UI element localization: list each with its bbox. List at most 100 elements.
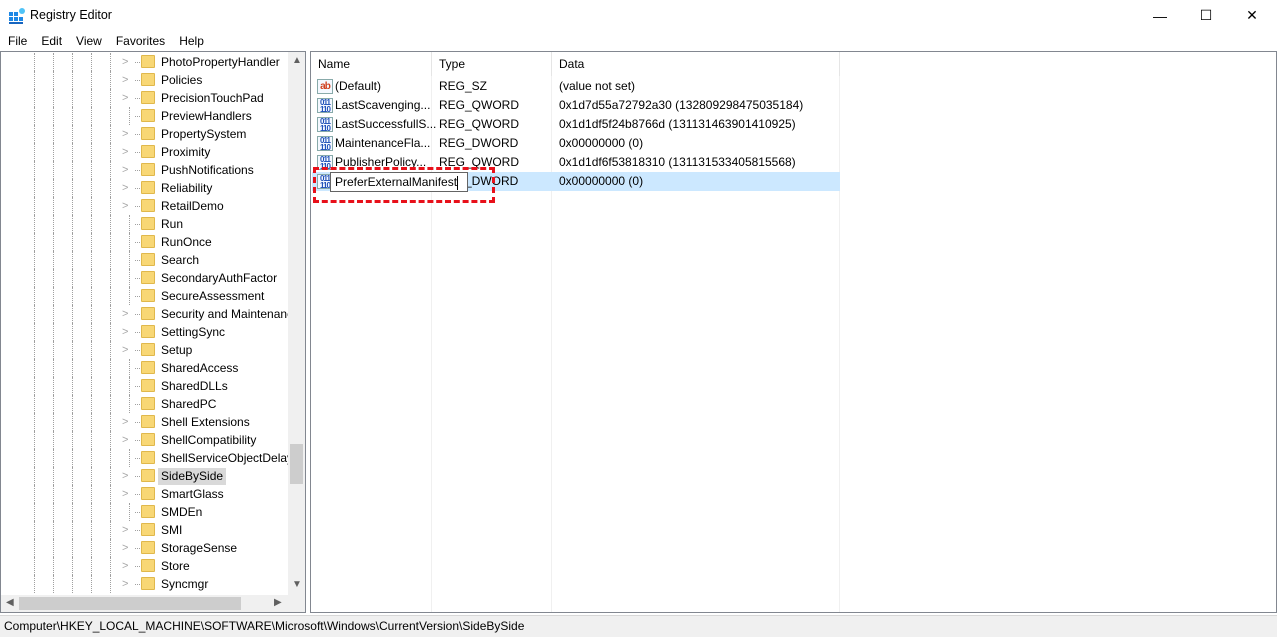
expand-chevron-icon[interactable]: > bbox=[122, 164, 128, 176]
tree-item[interactable]: > SMI bbox=[1, 521, 288, 539]
registry-values-list[interactable]: Name Type Data ab (Default) REG_SZ (valu… bbox=[310, 51, 1277, 613]
tree-item[interactable]: > ShellCompatibility bbox=[1, 431, 288, 449]
tree-guide-line bbox=[53, 53, 54, 71]
expand-chevron-icon[interactable]: > bbox=[122, 470, 128, 482]
tree-guide-line bbox=[72, 503, 73, 521]
tree-item[interactable]: > PushNotifications bbox=[1, 161, 288, 179]
expand-chevron-icon[interactable]: > bbox=[122, 434, 128, 446]
tree-item[interactable]: > PropertySystem bbox=[1, 125, 288, 143]
tree-item[interactable]: SecondaryAuthFactor bbox=[1, 269, 288, 287]
tree-item[interactable]: > Security and Maintenance bbox=[1, 305, 300, 323]
menu-help[interactable]: Help bbox=[179, 31, 204, 51]
scroll-down-arrow-icon[interactable]: ▼ bbox=[292, 579, 302, 590]
tree-guide-line bbox=[110, 53, 111, 71]
tree-guide-line bbox=[91, 575, 92, 593]
tree-item[interactable]: > Proximity bbox=[1, 143, 288, 161]
expand-chevron-icon[interactable]: > bbox=[122, 344, 128, 356]
tree-item[interactable]: SharedPC bbox=[1, 395, 288, 413]
expand-chevron-icon[interactable]: > bbox=[122, 200, 128, 212]
tree-vertical-scrollbar[interactable]: ▲ ▼ bbox=[288, 52, 305, 595]
expand-chevron-icon[interactable]: > bbox=[122, 542, 128, 554]
expand-chevron-icon[interactable]: > bbox=[122, 560, 128, 572]
tree-guide-line bbox=[135, 422, 140, 423]
value-row[interactable]: 011 110 LastScavenging... REG_QWORD 0x1d7… bbox=[312, 96, 840, 115]
tree-item[interactable]: > Setup bbox=[1, 341, 288, 359]
tree-guide-line bbox=[72, 233, 73, 251]
tree-guide-line bbox=[91, 107, 92, 125]
tree-guide-line bbox=[34, 107, 35, 125]
expand-chevron-icon[interactable]: > bbox=[122, 488, 128, 500]
tree-item[interactable]: > Shell Extensions bbox=[1, 413, 288, 431]
value-row[interactable]: 011 110 MaintenanceFla... REG_DWORD 0x000… bbox=[312, 134, 840, 153]
menu-view[interactable]: View bbox=[76, 31, 102, 51]
tree-item[interactable]: > Policies bbox=[1, 71, 288, 89]
tree-item[interactable]: PreviewHandlers bbox=[1, 107, 288, 125]
tree-item[interactable]: > RetailDemo bbox=[1, 197, 288, 215]
tree-item-label: PhotoPropertyHandler bbox=[161, 55, 280, 69]
tree-item[interactable]: > PrecisionTouchPad bbox=[1, 89, 288, 107]
tree-item[interactable]: > SettingSync bbox=[1, 323, 288, 341]
expand-chevron-icon[interactable]: > bbox=[122, 578, 128, 590]
tree-item[interactable]: > Syncmgr bbox=[1, 575, 288, 593]
tree-vertical-scroll-thumb[interactable] bbox=[290, 444, 303, 484]
tree-guide-line bbox=[53, 143, 54, 161]
tree-guide-line bbox=[72, 179, 73, 197]
value-row[interactable]: 011 110 LastSuccessfullS... REG_QWORD 0x1… bbox=[312, 115, 840, 134]
expand-chevron-icon[interactable]: > bbox=[122, 74, 128, 86]
folder-icon bbox=[141, 307, 155, 320]
scroll-right-arrow-icon[interactable]: ▶ bbox=[274, 597, 282, 608]
minimize-button[interactable]: — bbox=[1137, 0, 1183, 31]
tree-guide-line bbox=[110, 251, 111, 269]
close-button[interactable]: ✕ bbox=[1229, 0, 1275, 31]
tree-item[interactable]: > Reliability bbox=[1, 179, 288, 197]
tree-guide-line bbox=[110, 503, 111, 521]
tree-item[interactable]: > SideBySide bbox=[1, 467, 288, 485]
expand-chevron-icon[interactable]: > bbox=[122, 56, 128, 68]
tree-guide-line bbox=[135, 314, 140, 315]
tree-item-label: Syncmgr bbox=[161, 577, 209, 591]
expand-chevron-icon[interactable]: > bbox=[122, 416, 128, 428]
expand-chevron-icon[interactable]: > bbox=[122, 128, 128, 140]
expand-chevron-icon[interactable]: > bbox=[122, 146, 128, 158]
tree-item-label: SecureAssessment bbox=[161, 289, 265, 303]
tree-item[interactable]: SharedAccess bbox=[1, 359, 288, 377]
menu-file[interactable]: File bbox=[8, 31, 27, 51]
tree-horizontal-scrollbar[interactable]: ◀ ▶ bbox=[1, 595, 288, 612]
tree-item-label: PrecisionTouchPad bbox=[161, 91, 264, 105]
expand-chevron-icon[interactable]: > bbox=[122, 524, 128, 536]
tree-guide-line bbox=[34, 53, 35, 71]
menu-edit[interactable]: Edit bbox=[41, 31, 62, 51]
tree-item[interactable]: SharedDLLs bbox=[1, 377, 288, 395]
tree-guide-line bbox=[91, 323, 92, 341]
tree-item[interactable]: > Store bbox=[1, 557, 288, 575]
tree-horizontal-scroll-thumb[interactable] bbox=[19, 597, 241, 610]
expand-chevron-icon[interactable]: > bbox=[122, 182, 128, 194]
tree-item-label: ShellServiceObjectDelayLoad bbox=[161, 451, 306, 465]
tree-item[interactable]: > StorageSense bbox=[1, 539, 288, 557]
value-type: REG_SZ bbox=[439, 79, 488, 93]
expand-chevron-icon[interactable]: > bbox=[122, 92, 128, 104]
expand-chevron-icon[interactable]: > bbox=[122, 326, 128, 338]
registry-key-tree[interactable]: > PhotoPropertyHandler > Policies > Precision… bbox=[0, 51, 306, 613]
scroll-up-arrow-icon[interactable]: ▲ bbox=[292, 55, 302, 66]
tree-item[interactable]: Run bbox=[1, 215, 288, 233]
menu-favorites[interactable]: Favorites bbox=[116, 31, 165, 51]
tree-item[interactable]: RunOnce bbox=[1, 233, 288, 251]
folder-icon bbox=[141, 181, 155, 194]
column-header-data[interactable]: Data bbox=[552, 52, 840, 76]
tree-guide-line bbox=[72, 197, 73, 215]
tree-guide-line bbox=[129, 503, 130, 521]
tree-item[interactable]: Search bbox=[1, 251, 288, 269]
expand-chevron-icon[interactable]: > bbox=[122, 308, 128, 320]
tree-item[interactable]: SecureAssessment bbox=[1, 287, 288, 305]
column-header-type[interactable]: Type bbox=[432, 52, 552, 76]
value-row[interactable]: ab (Default) REG_SZ (value not set) bbox=[312, 77, 840, 96]
tree-item[interactable]: > PhotoPropertyHandler bbox=[1, 53, 288, 71]
tree-guide-line bbox=[110, 341, 111, 359]
column-header-name[interactable]: Name bbox=[311, 52, 432, 76]
maximize-button[interactable]: ☐ bbox=[1183, 0, 1229, 31]
tree-item[interactable]: > SmartGlass bbox=[1, 485, 288, 503]
tree-item[interactable]: ShellServiceObjectDelayLoad bbox=[1, 449, 305, 467]
tree-item[interactable]: SMDEn bbox=[1, 503, 288, 521]
scroll-left-arrow-icon[interactable]: ◀ bbox=[6, 597, 14, 608]
